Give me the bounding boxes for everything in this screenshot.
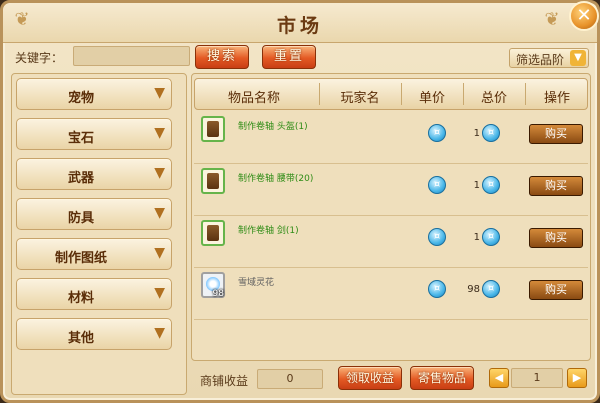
total-price: 1 bbox=[473, 232, 480, 243]
bottom-bar: 商铺收益 0 领取收益 寄售物品 ◀ 1 ▶ bbox=[191, 365, 591, 395]
chevron-down-icon: ▼ bbox=[154, 165, 165, 181]
chevron-right-icon: ▶ bbox=[572, 371, 582, 384]
column-header-player: 玩家名 bbox=[340, 91, 380, 106]
search-button[interactable]: 搜索 bbox=[195, 45, 249, 69]
category-other[interactable]: 其他 ▼ bbox=[16, 318, 172, 350]
column-divider bbox=[319, 83, 320, 105]
category-label: 其他 bbox=[67, 331, 94, 346]
scroll-icon[interactable] bbox=[201, 220, 225, 246]
category-label: 武器 bbox=[67, 171, 94, 186]
title-bar: ❦ ❦ 市场 bbox=[3, 3, 597, 43]
close-icon: ✕ bbox=[576, 5, 592, 26]
scroll-icon[interactable] bbox=[201, 116, 225, 142]
table-row: 制作卷轴 剑(1) 1 ¤ 1 ¤ 购买 bbox=[194, 218, 588, 268]
page-number: 1 bbox=[511, 368, 563, 388]
table-header: 物品名称 玩家名 单价 总价 操作 bbox=[194, 78, 588, 110]
reset-button[interactable]: 重置 bbox=[262, 45, 316, 69]
item-name: 制作卷轴 头盔(1) bbox=[238, 122, 308, 132]
category-gem[interactable]: 宝石 ▼ bbox=[16, 118, 172, 150]
flower-icon[interactable]: 98 bbox=[201, 272, 225, 299]
category-label: 防具 bbox=[67, 211, 94, 226]
category-label: 材料 bbox=[67, 291, 94, 306]
consign-item-button[interactable]: 寄售物品 bbox=[410, 366, 474, 390]
listing-panel: 物品名称 玩家名 单价 总价 操作 制作卷轴 头盔(1) 1 ¤ 1 ¤ 购买 … bbox=[191, 73, 591, 361]
scroll-icon[interactable] bbox=[201, 168, 225, 194]
chevron-down-icon: ▼ bbox=[154, 325, 165, 341]
chevron-down-icon: ▼ bbox=[154, 245, 165, 261]
category-label: 宠物 bbox=[67, 91, 94, 106]
shop-income-value: 0 bbox=[257, 369, 323, 389]
market-window: ❦ ❦ 市场 ✕ 关键字： 搜索 重置 筛选品阶 ▼ 宠物 ▼ 宝石 ▼ 武器 … bbox=[0, 0, 600, 403]
filter-grade-label: 筛选品阶 bbox=[516, 53, 565, 67]
prev-page-button[interactable]: ◀ bbox=[489, 368, 509, 388]
buy-button[interactable]: 购买 bbox=[529, 176, 583, 196]
coin-icon: ¤ bbox=[482, 228, 500, 246]
buy-button[interactable]: 购买 bbox=[529, 228, 583, 248]
category-armor[interactable]: 防具 ▼ bbox=[16, 198, 172, 230]
table-row: 制作卷轴 头盔(1) 1 ¤ 1 ¤ 购买 bbox=[194, 114, 588, 164]
category-sidebar: 宠物 ▼ 宝石 ▼ 武器 ▼ 防具 ▼ 制作图纸 ▼ 材料 ▼ 其他 ▼ bbox=[11, 73, 187, 395]
coin-icon: ¤ bbox=[482, 124, 500, 142]
column-header-unit-price: 单价 bbox=[418, 91, 445, 106]
category-weapon[interactable]: 武器 ▼ bbox=[16, 158, 172, 190]
total-price: 1 bbox=[473, 180, 480, 191]
total-price: 98 bbox=[467, 284, 480, 295]
column-header-action: 操作 bbox=[543, 91, 570, 106]
category-label: 制作图纸 bbox=[54, 251, 107, 266]
next-page-button[interactable]: ▶ bbox=[567, 368, 587, 388]
coin-icon: ¤ bbox=[482, 176, 500, 194]
filter-grade-button[interactable]: 筛选品阶 ▼ bbox=[509, 48, 589, 68]
coin-icon: ¤ bbox=[428, 228, 446, 246]
table-row: 98 雪域灵花 1 ¤ 98 ¤ 购买 bbox=[194, 270, 588, 320]
coin-icon: ¤ bbox=[428, 280, 446, 298]
coin-icon: ¤ bbox=[482, 280, 500, 298]
category-label: 宝石 bbox=[67, 131, 94, 146]
category-blueprint[interactable]: 制作图纸 ▼ bbox=[16, 238, 172, 270]
category-material[interactable]: 材料 ▼ bbox=[16, 278, 172, 310]
search-row: 关键字： 搜索 重置 筛选品阶 ▼ bbox=[11, 45, 591, 69]
item-count: 98 bbox=[212, 289, 224, 299]
table-row: 制作卷轴 腰带(20) 1 ¤ 1 ¤ 购买 bbox=[194, 166, 588, 216]
total-price: 1 bbox=[473, 128, 480, 139]
item-name: 雪域灵花 bbox=[238, 278, 275, 288]
category-pet[interactable]: 宠物 ▼ bbox=[16, 78, 172, 110]
buy-button[interactable]: 购买 bbox=[529, 280, 583, 300]
item-name: 制作卷轴 剑(1) bbox=[238, 226, 299, 236]
keyword-label: 关键字： bbox=[15, 51, 64, 65]
chevron-down-icon: ▼ bbox=[154, 285, 165, 301]
coin-icon: ¤ bbox=[428, 176, 446, 194]
chevron-down-icon: ▼ bbox=[154, 125, 165, 141]
keyword-input[interactable] bbox=[73, 46, 190, 66]
window-title: 市场 bbox=[276, 15, 323, 37]
chevron-down-icon: ▼ bbox=[154, 205, 165, 221]
column-header-total-price: 总价 bbox=[480, 91, 507, 106]
item-name: 制作卷轴 腰带(20) bbox=[238, 174, 314, 184]
close-button[interactable]: ✕ bbox=[569, 1, 599, 31]
coin-icon: ¤ bbox=[428, 124, 446, 142]
buy-button[interactable]: 购买 bbox=[529, 124, 583, 144]
shop-income-label: 商铺收益 bbox=[200, 374, 249, 388]
chevron-down-icon: ▼ bbox=[154, 85, 165, 101]
column-header-item-name: 物品名称 bbox=[227, 91, 280, 106]
chevron-left-icon: ◀ bbox=[494, 371, 504, 384]
chevron-down-icon: ▼ bbox=[570, 50, 586, 66]
collect-income-button[interactable]: 领取收益 bbox=[338, 366, 402, 390]
